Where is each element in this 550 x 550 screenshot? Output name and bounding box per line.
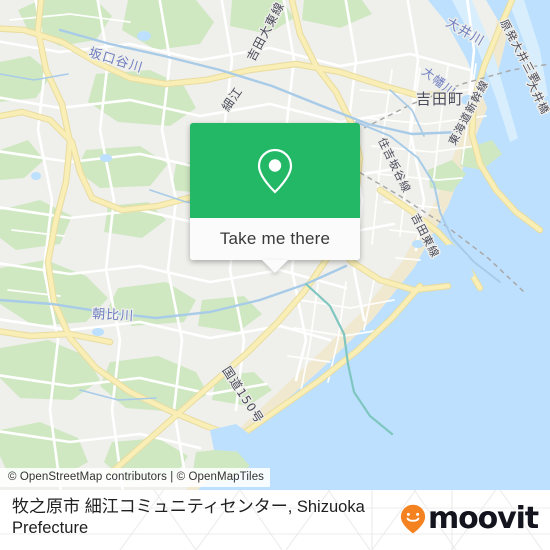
moovit-map-page: 坂口谷川 吉田大東線 細江 大井川 大幡川 吉田町 原発大井三要 大井橋 住吉坂谷線 東海道新幹線… — [0, 0, 550, 550]
take-me-there-label: Take me there — [219, 229, 331, 248]
card-image-area — [190, 123, 360, 218]
card-pointer-tail — [262, 260, 288, 273]
place-label-yoshida-cho: 吉田町 — [416, 90, 464, 108]
place-caption-jp: 牧之原市 細江コミュニティセンター — [12, 497, 288, 516]
take-me-there-card[interactable]: Take me there — [190, 123, 360, 273]
page-footer: 牧之原市 細江コミュニティセンター, Shizuoka Prefecture m… — [0, 490, 550, 550]
card-action-footer[interactable]: Take me there — [190, 218, 360, 273]
moovit-logo[interactable]: moovit — [400, 501, 539, 536]
map-attribution[interactable]: © OpenStreetMap contributors | © OpenMap… — [0, 468, 271, 487]
moovit-wordmark: moovit — [427, 501, 539, 536]
place-caption: 牧之原市 細江コミュニティセンター, Shizuoka Prefecture — [12, 496, 372, 539]
map-pin-icon — [257, 148, 293, 194]
river-label-asahigawa: 朝比川 — [92, 307, 135, 324]
moovit-smiley-pin-icon — [400, 504, 426, 534]
